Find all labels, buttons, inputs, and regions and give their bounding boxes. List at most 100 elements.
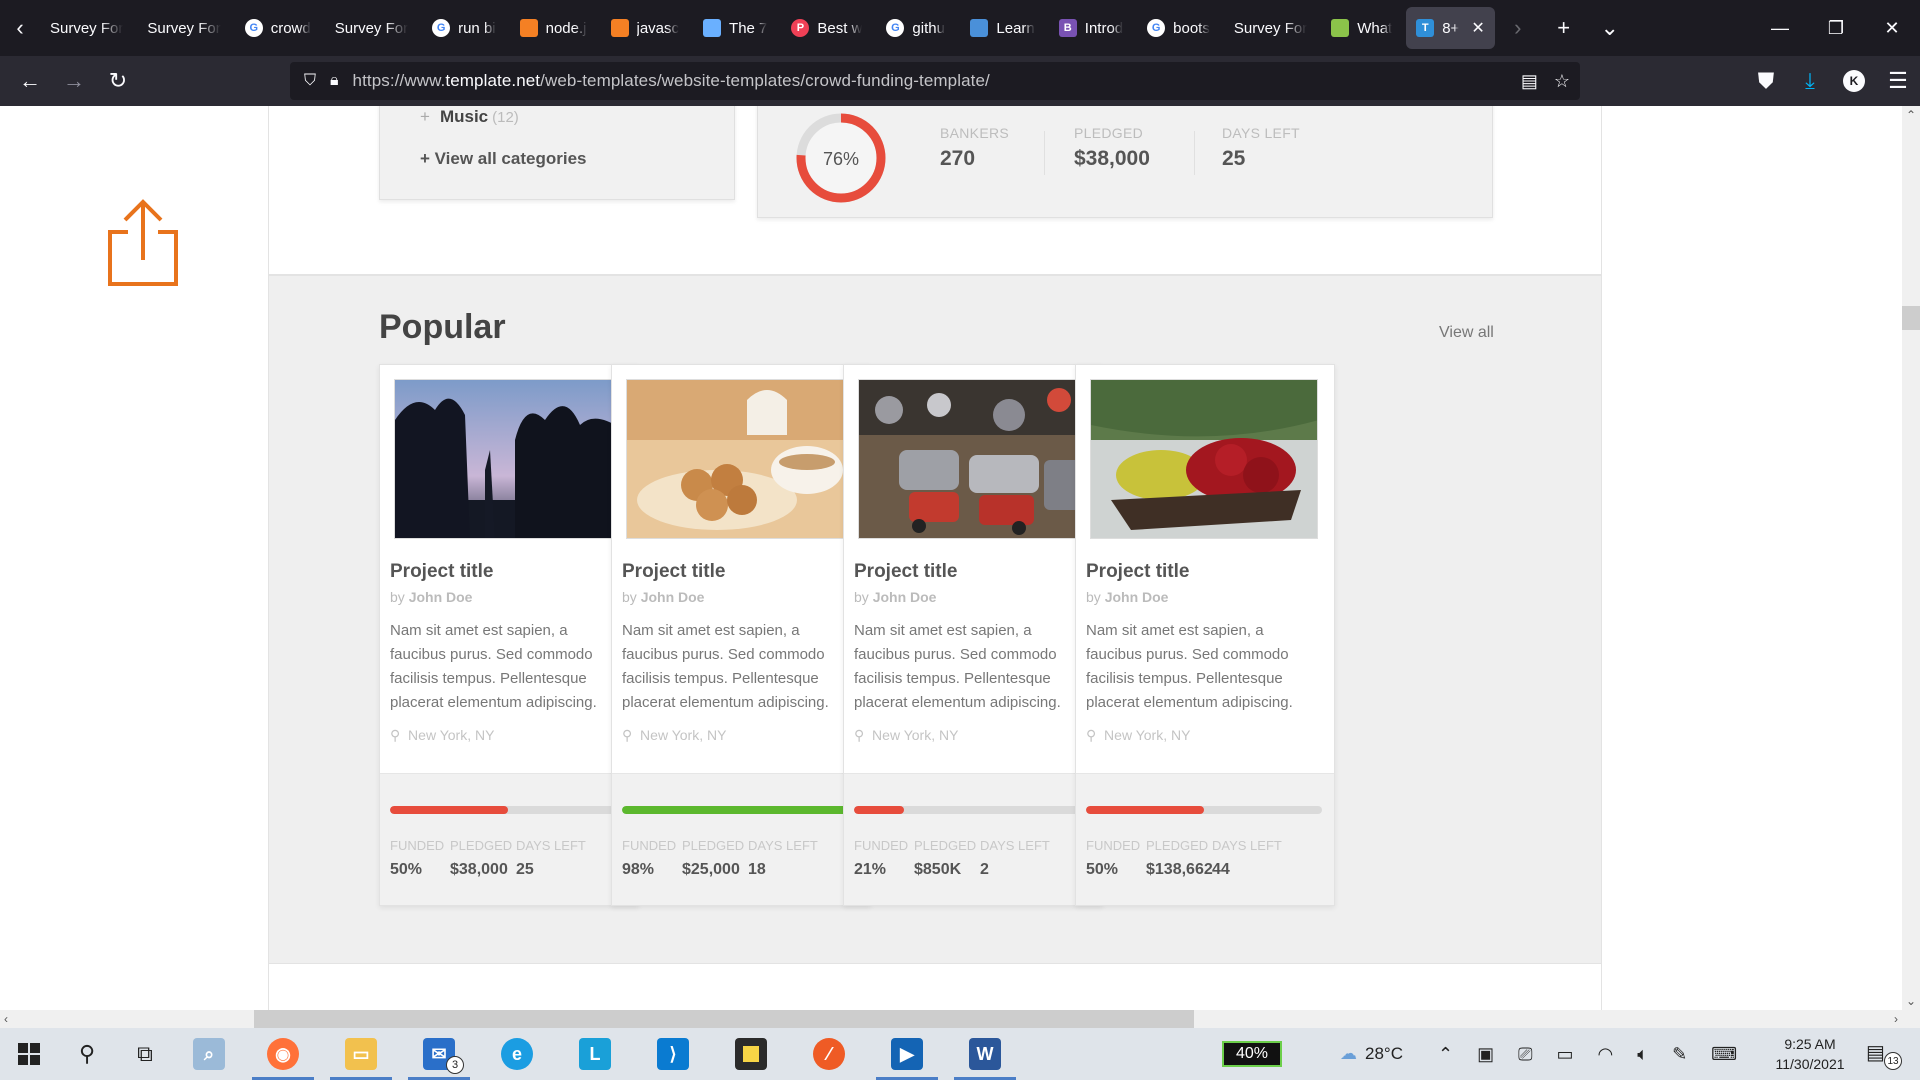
show-hidden-icons-chevron-icon[interactable]: ⌃ (1438, 1044, 1453, 1065)
bookmark-star-icon[interactable]: ☆ (1554, 71, 1570, 92)
meet-now-icon[interactable]: ▣ (1477, 1044, 1494, 1065)
forward-button[interactable]: → (52, 59, 96, 103)
pocket-icon[interactable]: ⛊ (1744, 59, 1788, 103)
browser-tab[interactable]: P Best w (781, 7, 872, 49)
project-thumbnail[interactable] (1090, 379, 1318, 539)
app-menu-icon[interactable]: ☰ (1876, 59, 1920, 103)
task-view-icon[interactable]: ⧉ (116, 1028, 174, 1080)
project-thumbnail[interactable] (858, 379, 1086, 539)
minimize-button[interactable]: — (1752, 0, 1808, 56)
battery-icon[interactable]: ▭ (1557, 1044, 1574, 1065)
notification-center-icon[interactable]: ▤ 13 (1866, 1040, 1902, 1070)
doc-icon (970, 19, 989, 37)
url-bar[interactable]: ⛉ 🔒︎ https://www.template.net/web-templa… (290, 62, 1580, 100)
wifi-icon[interactable]: ◠ (1598, 1044, 1614, 1065)
tabs-scroll-left-button[interactable]: ‹ (0, 0, 40, 56)
start-windows-icon[interactable] (0, 1028, 58, 1080)
browser-tab[interactable]: Gboots (1137, 7, 1220, 49)
browser-tab[interactable]: What (1321, 7, 1402, 49)
view-all-categories-link[interactable]: + View all categories (420, 149, 586, 169)
taskbar-app-l[interactable]: L (556, 1028, 634, 1080)
tab-label: Survey For (334, 19, 409, 37)
popular-view-all-link[interactable]: View all (1439, 324, 1494, 342)
taskbar-app-edge[interactable]: e (478, 1028, 556, 1080)
scroll-down-arrow-icon[interactable]: ⌄ (1902, 994, 1920, 1008)
list-all-tabs-button[interactable]: ⌄ (1587, 0, 1633, 56)
browser-tab[interactable]: Ggithu (876, 7, 956, 49)
browser-tab[interactable]: The 7 (693, 7, 777, 49)
taskbar-app-firefox[interactable]: ◉ (244, 1028, 322, 1080)
display-icon[interactable]: ⎚ (1518, 1044, 1532, 1065)
new-tab-button[interactable]: + (1541, 0, 1587, 56)
taskbar-app-magnifier[interactable]: ⌕ (174, 1028, 244, 1080)
project-card[interactable]: Project title by John Doe Nam sit amet est… (611, 364, 871, 906)
project-author[interactable]: John Doe (409, 589, 473, 605)
funding-progress-fill (1086, 806, 1204, 814)
browser-tab[interactable]: Grun bi (422, 7, 506, 49)
project-title[interactable]: Project title (622, 561, 725, 583)
keyboard-icon[interactable]: ⌨ (1711, 1044, 1737, 1065)
reload-button[interactable]: ↻ (96, 59, 140, 103)
taskbar-app-file-explorer[interactable]: ▭ (322, 1028, 400, 1080)
project-thumbnail[interactable] (626, 379, 854, 539)
taskbar-app-vscode[interactable]: ⟩ (634, 1028, 712, 1080)
tab-label: 8+ (1442, 19, 1460, 37)
tab-label: Survey For (1233, 19, 1308, 37)
tabs-scroll-right-button[interactable]: › (1495, 0, 1541, 56)
browser-tab[interactable]: B Introd (1049, 7, 1133, 49)
project-title[interactable]: Project title (1086, 561, 1189, 583)
browser-tab[interactable]: Learn (960, 7, 1044, 49)
project-title[interactable]: Project title (390, 561, 493, 583)
browser-tab[interactable]: Survey For (40, 7, 133, 49)
restore-button[interactable]: ❐ (1808, 0, 1864, 56)
horizontal-scrollbar[interactable]: ‹ › (0, 1010, 1902, 1028)
pen-icon[interactable]: ✎ (1672, 1044, 1687, 1065)
volume-icon[interactable]: 🔈︎ (1637, 1044, 1648, 1065)
taskbar-app-word[interactable]: W (946, 1028, 1024, 1080)
weather-widget[interactable]: ☁ 28°C (1340, 1028, 1403, 1080)
url-text[interactable]: https://www.template.net/web-templates/w… (353, 71, 990, 91)
browser-tab[interactable]: javasc (601, 7, 690, 49)
downloads-icon[interactable]: ⤓ (1788, 59, 1832, 103)
battery-percentage-widget[interactable]: 40% (1222, 1041, 1282, 1067)
vertical-scroll-thumb[interactable] (1902, 306, 1920, 330)
close-window-button[interactable]: ✕ (1864, 0, 1920, 56)
category-item-music[interactable]: + Music (12) (420, 107, 519, 127)
taskbar-app-video[interactable]: ▶ (868, 1028, 946, 1080)
browser-tab[interactable]: T 8+ ✕ (1406, 7, 1495, 49)
browser-tab[interactable]: Gcrowd (235, 7, 321, 49)
browser-tab[interactable]: Survey For (1224, 7, 1317, 49)
reader-view-icon[interactable]: ▤ (1521, 71, 1538, 92)
scroll-up-arrow-icon[interactable]: ⌃ (1902, 108, 1920, 122)
horizontal-scroll-thumb[interactable] (254, 1010, 1194, 1028)
scroll-left-arrow-icon[interactable]: ‹ (4, 1010, 8, 1028)
bookmark-icon (703, 19, 722, 37)
project-author[interactable]: John Doe (641, 589, 705, 605)
project-location: ⚲ New York, NY (390, 727, 495, 743)
project-thumbnail[interactable] (394, 379, 622, 539)
browser-tab[interactable]: Survey For (137, 7, 230, 49)
taskbar-clock[interactable]: 9:25 AM 11/30/2021 (1770, 1034, 1850, 1074)
taskbar-app-mail[interactable]: ✉ 3 (400, 1028, 478, 1080)
back-button[interactable]: ← (8, 59, 52, 103)
scroll-right-arrow-icon[interactable]: › (1894, 1010, 1898, 1028)
browser-tab[interactable]: node.j (510, 7, 597, 49)
browser-tab[interactable]: Survey For (325, 7, 418, 49)
taskbar-app-sticky-notes[interactable] (712, 1028, 790, 1080)
padlock-icon[interactable]: 🔒︎ (330, 72, 339, 90)
tracking-protection-shield-icon[interactable]: ⛉ (304, 72, 316, 90)
account-button[interactable]: K (1832, 59, 1876, 103)
project-description: Nam sit amet est sapien, a faucibus puru… (622, 622, 829, 711)
project-author[interactable]: John Doe (873, 589, 937, 605)
vertical-scrollbar[interactable]: ⌃ ⌄ (1902, 106, 1920, 1010)
search-icon[interactable]: ⚲ (58, 1028, 116, 1080)
share-icon[interactable] (104, 198, 182, 286)
project-card[interactable]: Project title by John Doe Nam sit amet est… (1075, 364, 1335, 906)
project-stat: FUNDED 98% (622, 838, 677, 878)
taskbar-app-postman[interactable]: ⁄ (790, 1028, 868, 1080)
project-card[interactable]: Project title by John Doe Nam sit amet est… (843, 364, 1103, 906)
project-title[interactable]: Project title (854, 561, 957, 583)
project-author[interactable]: John Doe (1105, 589, 1169, 605)
close-tab-icon[interactable]: ✕ (1471, 18, 1484, 38)
project-card[interactable]: Project title by John Doe Nam sit amet est… (379, 364, 639, 906)
